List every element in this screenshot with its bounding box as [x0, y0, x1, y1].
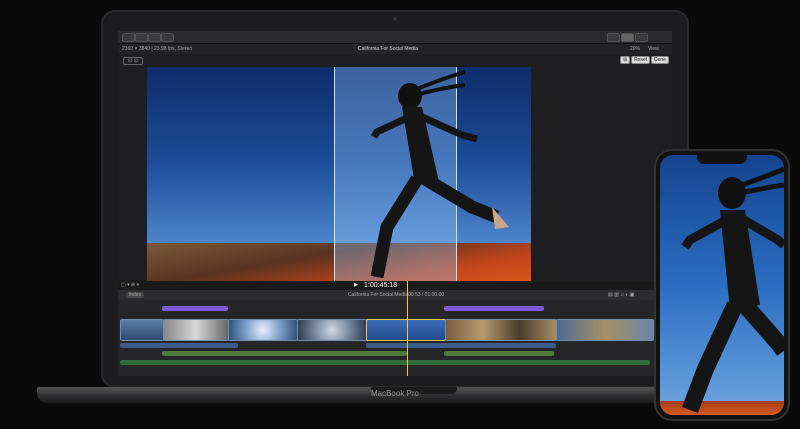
laptop-lid: 2160 × 3840 | 23.98 fps, Stereo Californ…	[101, 10, 689, 388]
video-clip[interactable]	[445, 319, 557, 341]
video-clip[interactable]	[228, 319, 298, 341]
title-clip[interactable]	[162, 306, 228, 311]
video-viewer[interactable]	[147, 67, 531, 281]
video-clip[interactable]	[120, 319, 164, 341]
timeline-toggle-icon[interactable]	[621, 33, 634, 42]
done-button[interactable]: Done	[651, 56, 669, 64]
audio-clip[interactable]	[162, 351, 407, 356]
reset-button[interactable]: Reset	[631, 56, 651, 64]
zoom-level[interactable]: 20%	[630, 46, 640, 52]
transform-toggle[interactable]: ⊡ ⊡	[123, 57, 143, 65]
background-tasks-icon[interactable]	[148, 33, 161, 42]
phone	[654, 149, 790, 421]
timeline-header: Index California For Social Media 00:53 …	[118, 290, 672, 300]
laptop-screen: 2160 × 3840 | 23.98 fps, Stereo Californ…	[118, 31, 672, 376]
video-clip[interactable]	[297, 319, 367, 341]
share-icon[interactable]	[161, 33, 174, 42]
video-clip[interactable]	[556, 319, 654, 341]
jumping-woman-image	[370, 70, 509, 279]
phone-screen	[660, 155, 784, 415]
index-button[interactable]: Index	[126, 292, 145, 298]
import-icon[interactable]	[122, 33, 135, 42]
format-info: 2160 × 3840 | 23.98 fps, Stereo	[122, 46, 193, 52]
connected-clip[interactable]	[366, 343, 556, 348]
timeline[interactable]	[118, 300, 672, 376]
viewer-title: California For Social Media	[358, 46, 419, 52]
playhead[interactable]	[407, 281, 408, 376]
video-clip[interactable]	[163, 319, 229, 341]
selected-video-clip[interactable]	[366, 319, 446, 341]
timeline-controls-icons[interactable]: ▤ ▥ ♫ ◐ ▣	[608, 292, 635, 298]
camera-icon	[393, 17, 397, 21]
title-clip[interactable]	[444, 306, 544, 311]
viewer-header: 2160 × 3840 | 23.98 fps, Stereo Californ…	[118, 44, 672, 54]
timeline-title: California For Social Media	[348, 292, 409, 298]
keyword-icon[interactable]	[135, 33, 148, 42]
inspector-toggle-icon[interactable]	[635, 33, 648, 42]
timeline-duration: 00:53 / 01:00:00	[408, 292, 445, 298]
music-track[interactable]	[120, 360, 650, 365]
select-tool-icon[interactable]: ▢ ▾ ⊕ ▾	[121, 282, 139, 288]
timecode-display: 1:00:45:18	[364, 282, 398, 289]
play-icon[interactable]: ▶	[354, 282, 358, 288]
app-toolbar	[118, 31, 672, 44]
view-menu[interactable]: View	[648, 46, 659, 52]
phone-jumping-woman-image	[681, 166, 784, 413]
audio-clip[interactable]	[444, 351, 554, 356]
connected-clip[interactable]	[120, 343, 238, 348]
crop-mode-button[interactable]: ⊞	[620, 56, 631, 64]
laptop-brand-label: MacBook Pro	[370, 389, 420, 398]
browser-toggle-icon[interactable]	[607, 33, 620, 42]
timecode-bar: ▢ ▾ ⊕ ▾ 1:00:45:18 ▶	[118, 281, 672, 290]
